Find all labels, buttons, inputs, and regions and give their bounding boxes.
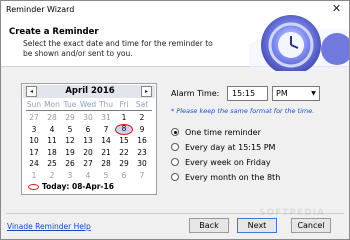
calendar-day[interactable]: 7	[97, 124, 115, 135]
next-button[interactable]: Next	[237, 218, 277, 233]
today-label: Today: 08-Apr-16	[42, 182, 114, 191]
radio-icon[interactable]	[171, 173, 179, 181]
option-label: Every month on the 8th	[185, 173, 281, 182]
calendar-day[interactable]: 1	[25, 170, 43, 181]
alarm-time-label: Alarm Time:	[171, 89, 220, 98]
wizard-header: Create a Reminder Select the exact date …	[1, 15, 349, 71]
calendar-day[interactable]: 13	[79, 135, 97, 146]
calendar-day[interactable]: 29	[115, 158, 133, 169]
calendar-day[interactable]: 22	[115, 147, 133, 158]
chevron-down-icon: ▼	[311, 90, 316, 97]
option-every-week[interactable]: Every week on Friday	[171, 157, 271, 169]
weekday-label: Tue	[63, 100, 77, 109]
calendar-day[interactable]: 6	[79, 124, 97, 135]
calendar-day[interactable]: 26	[61, 158, 79, 169]
calendar-day[interactable]: 25	[43, 158, 61, 169]
calendar-day[interactable]: 29	[61, 112, 79, 123]
option-label: Every day at 15:15 PM	[185, 143, 276, 152]
calendar-day[interactable]: 27	[79, 158, 97, 169]
reminder-wizard-window: Reminder Wizard ✕ Create a Reminder Sele…	[0, 0, 350, 240]
ampm-value: PM	[276, 89, 288, 98]
watermark: SOFTPEDIA	[259, 208, 325, 218]
weekday-label: Mon	[44, 100, 60, 109]
weekday-header: Sun Mon Tue Wed Thu Fri Sat	[23, 100, 155, 110]
calendar-day[interactable]: 2	[43, 170, 61, 181]
help-link[interactable]: Vinade Reminder Help	[7, 222, 91, 231]
calendar-day[interactable]: 14	[97, 135, 115, 146]
radio-icon[interactable]	[171, 158, 179, 166]
calendar-day[interactable]: 3	[25, 124, 43, 135]
alarm-time-input[interactable]: 15:15	[227, 86, 268, 101]
calendar-day[interactable]: 6	[115, 170, 133, 181]
radio-selected-icon[interactable]	[171, 128, 179, 136]
next-month-button[interactable]: ▸	[141, 86, 152, 97]
calendar-day[interactable]: 5	[97, 170, 115, 181]
calendar-day[interactable]: 3	[61, 170, 79, 181]
calendar-day[interactable]: 19	[61, 147, 79, 158]
previous-month-button[interactable]: ◂	[26, 86, 37, 97]
calendar-day[interactable]: 9	[133, 124, 151, 135]
calendar-day[interactable]: 30	[133, 158, 151, 169]
calendar-day[interactable]: 15	[115, 135, 133, 146]
calendar-day[interactable]: 23	[133, 147, 151, 158]
calendar-day[interactable]: 2	[133, 112, 151, 123]
option-every-day[interactable]: Every day at 15:15 PM	[171, 142, 275, 154]
radio-icon[interactable]	[171, 143, 179, 151]
page-title: Create a Reminder	[9, 27, 99, 37]
calendar-month-label[interactable]: April 2016	[47, 86, 133, 97]
calendar-day[interactable]: 7	[133, 170, 151, 181]
weekday-label: Thu	[98, 100, 114, 109]
option-one-time[interactable]: One time reminder	[171, 127, 261, 139]
calendar-day[interactable]: 28	[43, 112, 61, 123]
weekday-label: Sat	[135, 100, 149, 109]
calendar-day[interactable]: 10	[25, 135, 43, 146]
calendar-day[interactable]: 18	[43, 147, 61, 158]
calendar-day[interactable]: 31	[97, 112, 115, 123]
weekday-label: Sun	[26, 100, 42, 109]
calendar-day[interactable]: 30	[79, 112, 97, 123]
calendar-day[interactable]: 27	[25, 112, 43, 123]
page-description: Select the exact date and time for the r…	[23, 39, 213, 58]
calendar-header: ◂ April 2016 ▸	[23, 85, 155, 98]
ampm-select[interactable]: PM ▼	[272, 86, 320, 101]
option-label: One time reminder	[185, 128, 261, 137]
calendar-day[interactable]: 17	[25, 147, 43, 158]
alarm-clock-logo-icon	[249, 15, 349, 71]
calendar-days-grid: 27 28 29 30 31 1 2 3 4 5 6 7 8 9 10 11 12 13 14 15 16 17 18 19 2…	[23, 112, 155, 182]
calendar-day[interactable]: 4	[43, 124, 61, 135]
calendar-day[interactable]: 11	[43, 135, 61, 146]
cancel-button[interactable]: Cancel	[291, 218, 331, 233]
calendar-day[interactable]: 16	[133, 135, 151, 146]
calendar-day-selected[interactable]: 8	[115, 123, 133, 135]
calendar-day[interactable]: 1	[115, 112, 133, 123]
time-format-note: * Please keep the same format for the ti…	[171, 107, 315, 115]
window-title: Reminder Wizard	[6, 5, 75, 14]
date-picker-calendar: ◂ April 2016 ▸ Sun Mon Tue Wed Thu Fri S…	[21, 83, 157, 195]
weekday-label: Wed	[79, 100, 97, 109]
calendar-day[interactable]: 24	[25, 158, 43, 169]
option-label: Every week on Friday	[185, 158, 271, 167]
calendar-day[interactable]: 21	[97, 147, 115, 158]
calendar-day[interactable]: 12	[61, 135, 79, 146]
calendar-day[interactable]: 28	[97, 158, 115, 169]
weekday-divider	[26, 110, 152, 111]
calendar-day[interactable]: 4	[79, 170, 97, 181]
today-marker-icon	[28, 184, 39, 190]
calendar-day[interactable]: 5	[61, 124, 79, 135]
calendar-day[interactable]: 20	[79, 147, 97, 158]
today-link[interactable]: Today: 08-Apr-16	[28, 182, 114, 191]
option-every-month[interactable]: Every month on the 8th	[171, 172, 280, 184]
back-button[interactable]: Back	[189, 218, 229, 233]
weekday-label: Fri	[119, 100, 129, 109]
